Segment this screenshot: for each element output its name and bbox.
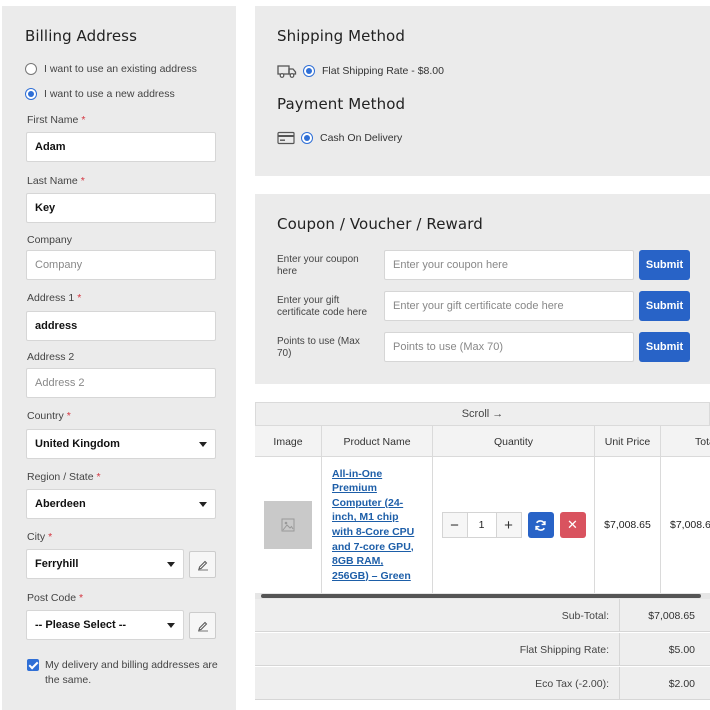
address2-field[interactable]: Address 2 [26,368,216,398]
address1-field[interactable]: address [26,311,216,341]
radio-existing-address[interactable]: I want to use an existing address [25,63,197,75]
gift-certificate-input[interactable]: Enter your gift certificate code here [384,291,634,321]
last-name-label: Last Name * [27,175,85,187]
city-label: City * [27,531,53,543]
country-select-value: United Kingdom [35,438,120,450]
city-edit-button[interactable] [189,551,216,578]
billing-address-panel: Billing Address I want to use an existin… [2,6,236,710]
last-name-field[interactable]: Key [26,193,216,223]
header-quantity: Quantity [433,426,595,457]
remove-icon: ✕ [567,517,578,532]
header-image: Image [255,426,322,457]
shipping-title: Shipping Method [277,27,405,45]
coupon-label: Enter your coupon here [277,254,359,277]
payment-option-label: Cash On Delivery [320,132,403,144]
coupon-submit-button[interactable]: Submit [639,250,690,280]
coupon-input[interactable]: Enter your coupon here [384,250,634,280]
gift-certificate-label: Enter your gift certificate code here [277,295,368,318]
radio-new-label: I want to use a new address [44,88,175,100]
header-unit-price: Unit Price [595,426,661,457]
remove-item-button[interactable]: ✕ [559,512,586,538]
unit-price-value: $7,008.65 [604,519,651,531]
shipping-payment-panel: Shipping Method Flat Shipping Rate - $8.… [255,6,710,176]
points-submit-button[interactable]: Submit [639,332,690,362]
postcode-select[interactable]: -- Please Select -- [26,610,184,640]
country-select[interactable]: United Kingdom [26,429,216,459]
coupon-title: Coupon / Voucher / Reward [277,215,483,233]
header-total: Total [695,435,710,448]
company-label: Company [27,234,72,246]
quantity-stepper: − 1 + ✕ [441,512,586,538]
header-product-name: Product Name [322,426,433,457]
region-select[interactable]: Aberdeen [26,489,216,519]
address2-label: Address 2 [27,351,75,363]
billing-title: Billing Address [25,27,137,45]
city-select[interactable]: Ferryhill [26,549,184,579]
chevron-down-icon [199,501,207,507]
payment-option[interactable]: Cash On Delivery [277,131,402,145]
edit-icon [197,560,208,570]
shipping-radio[interactable] [303,65,315,77]
address1-label: Address 1 * [27,292,82,304]
same-address-label: My delivery and billing addresses are th… [45,659,218,686]
region-select-value: Aberdeen [35,498,86,510]
radio-existing-control[interactable] [25,63,37,75]
total-cell: $7,008.65 [661,457,710,593]
subtotal-label: Sub-Total: [255,599,620,632]
payment-radio[interactable] [301,132,313,144]
image-placeholder-icon [281,518,295,532]
shipping-rate-label: Flat Shipping Rate: [255,633,620,666]
subtotal-value: $7,008.65 [648,609,695,622]
cart-table: Scroll → Image Product Name Quantity Uni… [255,402,710,710]
coupon-panel: Coupon / Voucher / Reward Enter your cou… [255,194,710,384]
quantity-cell: − 1 + ✕ [433,457,595,593]
product-image-cell [255,457,322,593]
gift-certificate-submit-button[interactable]: Submit [639,291,690,321]
refresh-icon [535,519,546,531]
eco-tax-value: $2.00 [668,677,695,690]
scroll-hint: Scroll → [255,402,710,426]
radio-new-address[interactable]: I want to use a new address [25,88,175,100]
same-address-checkbox[interactable] [27,659,39,671]
chevron-down-icon [167,561,175,567]
payment-title: Payment Method [277,95,406,113]
country-label: Country * [27,410,71,422]
radio-existing-label: I want to use an existing address [44,63,197,75]
postcode-edit-button[interactable] [189,612,216,639]
eco-tax-row: Eco Tax (-2.00): $2.00 [255,667,710,700]
points-input[interactable]: Points to use (Max 70) [384,332,634,362]
shipping-rate-row: Flat Shipping Rate: $5.00 [255,633,710,666]
quantity-input[interactable]: 1 [467,512,496,538]
region-label: Region / State * [27,471,101,483]
shipping-option-label: Flat Shipping Rate - $8.00 [322,65,444,77]
subtotal-row: Sub-Total: $7,008.65 [255,599,710,632]
points-label: Points to use (Max 70) [277,336,360,359]
product-name-link[interactable]: All-in-One Premium Computer (24-inch, M1… [322,467,432,584]
decrease-quantity-button[interactable]: − [441,512,468,538]
chevron-down-icon [167,622,175,628]
company-field[interactable]: Company [26,250,216,280]
edit-icon [197,621,208,631]
first-name-field[interactable]: Adam [26,132,216,162]
shipping-rate-value: $5.00 [668,643,695,656]
product-thumbnail[interactable] [264,501,312,549]
update-quantity-button[interactable] [527,512,554,538]
first-name-label: First Name * [27,114,86,126]
radio-new-control[interactable] [25,88,37,100]
chevron-down-icon [199,441,207,447]
cart-table-header: Image Product Name Quantity Unit Price T… [255,426,710,457]
increase-quantity-button[interactable]: + [495,512,522,538]
eco-tax-label: Eco Tax (-2.00): [255,667,620,700]
truck-icon [277,65,297,78]
credit-card-icon [277,131,295,145]
total-value: $7,008.65 [670,519,710,531]
scrollbar-thumb[interactable] [261,594,701,598]
postcode-select-value: -- Please Select -- [35,619,127,631]
product-name-cell: All-in-One Premium Computer (24-inch, M1… [322,457,433,593]
postcode-label: Post Code * [27,592,84,604]
city-select-value: Ferryhill [35,558,79,570]
unit-price-cell: $7,008.65 [595,457,661,593]
shipping-option[interactable]: Flat Shipping Rate - $8.00 [277,63,444,79]
